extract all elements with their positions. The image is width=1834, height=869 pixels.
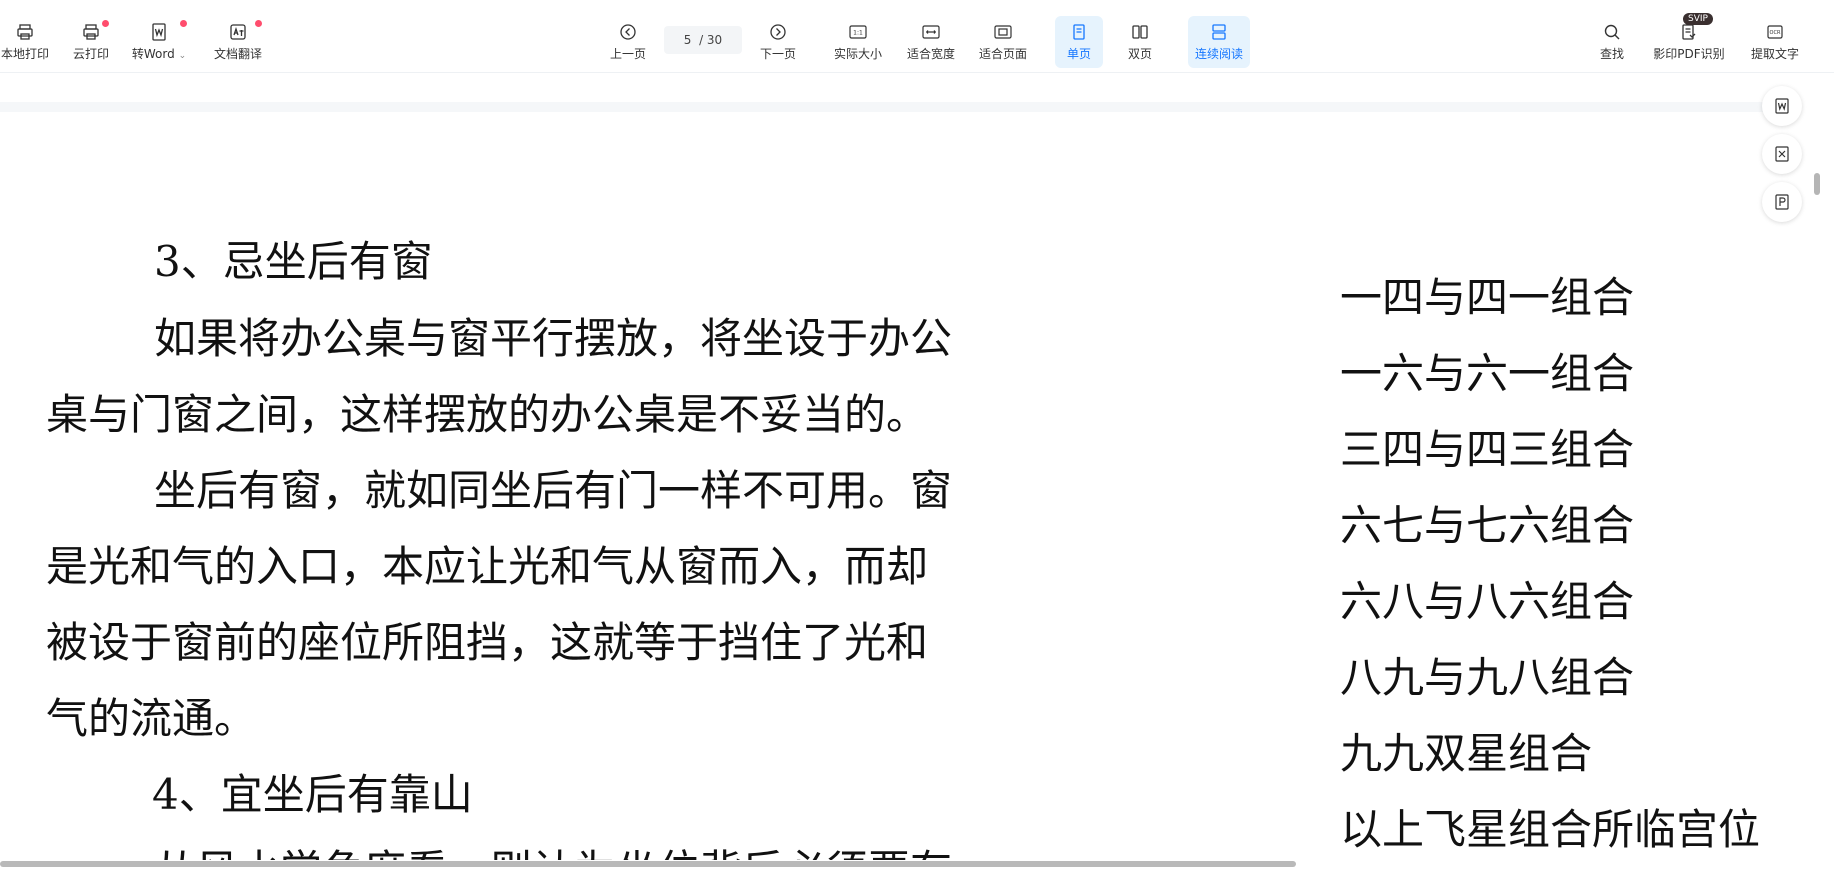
next-page-button[interactable]: 下一页 [758, 16, 798, 68]
word-doc-icon [152, 23, 166, 41]
double-page-icon [1132, 25, 1148, 39]
page-current[interactable]: 5 [684, 33, 692, 47]
paragraph-line: 如果将办公桌与窗平行摆放，将坐设于办公 [154, 314, 953, 363]
paragraph-line: 从风水学角度看，则认为坐位背后必须要有 [154, 837, 952, 860]
extract-text-button[interactable]: OCR 提取文字 [1746, 16, 1804, 68]
ocr-pdf-label: 影印PDF识别 [1653, 47, 1725, 61]
printer-icon [17, 24, 33, 40]
fit-page-button[interactable]: 适合页面 [975, 16, 1031, 68]
ocr-text-icon: OCR [1767, 25, 1783, 39]
to-word-label: 转Word [131, 47, 175, 61]
combination-line: 六八与八六组合 [1340, 577, 1635, 626]
excel-icon [1775, 146, 1789, 162]
chevron-right-circle-icon [770, 24, 786, 40]
chevron-down-icon: ⌄ [178, 51, 187, 61]
combination-line: 一四与四一组合 [1340, 273, 1635, 322]
word-icon [1775, 98, 1789, 114]
fit-page-label: 适合页面 [978, 47, 1027, 61]
single-page-label: 单页 [1066, 47, 1091, 61]
notification-dot [255, 20, 262, 27]
notification-dot [102, 20, 109, 27]
paragraph-line: 被设于窗前的座位所阻挡，这就等于挡住了光和 [46, 618, 929, 667]
continuous-reading-button[interactable]: 连续阅读 [1188, 16, 1250, 68]
single-page-icon [1073, 24, 1085, 40]
double-page-label: 双页 [1127, 47, 1152, 61]
document-view[interactable]: 3、忌坐后有窗 如果将办公桌与窗平行摆放，将坐设于办公 桌与门窗之间，这样摆放的… [0, 112, 1792, 860]
convert-ppt-rail-button[interactable] [1762, 182, 1802, 222]
cloud-printer-icon [83, 24, 99, 40]
svg-text:OCR: OCR [1770, 30, 1781, 36]
translate-icon [230, 24, 246, 40]
svg-text:1:1: 1:1 [853, 30, 863, 37]
horizontal-scroll-thumb[interactable] [0, 861, 1296, 867]
search-icon [1604, 24, 1620, 40]
continuous-reading-label: 连续阅读 [1194, 47, 1243, 61]
paragraph-line: 是光和气的入口，本应让光和气从窗而入，而却 [46, 542, 929, 591]
cloud-print-label: 云打印 [72, 47, 109, 61]
combination-line: 八九与九八组合 [1340, 653, 1635, 702]
paragraph-line: 气的流通。 [46, 694, 257, 743]
convert-word-rail-button[interactable] [1762, 86, 1802, 126]
section-heading-3: 3、忌坐后有窗 [154, 237, 433, 286]
actual-size-icon: 1:1 [849, 25, 867, 39]
section-heading-4: 4、宜坐后有靠山 [152, 770, 473, 819]
actual-size-label: 实际大小 [833, 47, 882, 61]
chevron-left-circle-icon [620, 24, 636, 40]
combination-line: 六七与七六组合 [1340, 501, 1635, 550]
convert-excel-rail-button[interactable] [1762, 134, 1802, 174]
notification-dot [180, 20, 187, 27]
combination-line: 一六与六一组合 [1340, 349, 1635, 398]
vertical-scroll-thumb[interactable] [1814, 173, 1820, 195]
fit-width-button[interactable]: 适合宽度 [903, 16, 959, 68]
ocr-scan-icon [1682, 24, 1696, 40]
ppt-icon [1775, 194, 1789, 210]
paragraph-line: 坐后有窗，就如同坐后有门一样不可用。窗 [154, 466, 953, 515]
svip-badge: SVIP [1683, 13, 1713, 25]
fit-width-label: 适合宽度 [906, 47, 955, 61]
prev-page-label: 上一页 [609, 47, 646, 61]
paragraph-line: 桌与门窗之间，这样摆放的办公桌是不妥当的。 [46, 390, 929, 439]
local-print-label: 本地打印 [0, 47, 49, 61]
cloud-print-button[interactable]: 云打印 [70, 16, 112, 68]
extract-text-label: 提取文字 [1750, 47, 1799, 61]
continuous-reading-icon [1212, 24, 1226, 40]
double-page-button[interactable]: 双页 [1120, 16, 1160, 68]
find-button[interactable]: 查找 [1592, 16, 1632, 68]
prev-page-button[interactable]: 上一页 [608, 16, 648, 68]
fit-width-icon [922, 25, 940, 39]
to-word-button[interactable]: 转Word ⌄ [130, 16, 188, 68]
top-toolbar: 本地打印 云打印 转Word ⌄ 文档翻译 上一页 5 / 30 下一页 1:1… [0, 0, 1834, 73]
combination-line: 九九双星组合 [1340, 729, 1593, 778]
page-gap [0, 102, 1800, 112]
combination-line: 以上飞星组合所临宫位 [1340, 805, 1761, 854]
find-label: 查找 [1599, 47, 1624, 61]
page-total: / 30 [699, 33, 723, 47]
single-page-button[interactable]: 单页 [1055, 16, 1103, 68]
page-indicator[interactable]: 5 / 30 [664, 26, 742, 54]
translate-button[interactable]: 文档翻译 [210, 16, 266, 68]
next-page-label: 下一页 [759, 47, 796, 61]
translate-label: 文档翻译 [213, 47, 262, 61]
combination-line: 三四与四三组合 [1340, 425, 1635, 474]
local-print-button[interactable]: 本地打印 [0, 16, 50, 68]
fit-page-icon [994, 25, 1012, 39]
actual-size-button[interactable]: 1:1 实际大小 [830, 16, 886, 68]
